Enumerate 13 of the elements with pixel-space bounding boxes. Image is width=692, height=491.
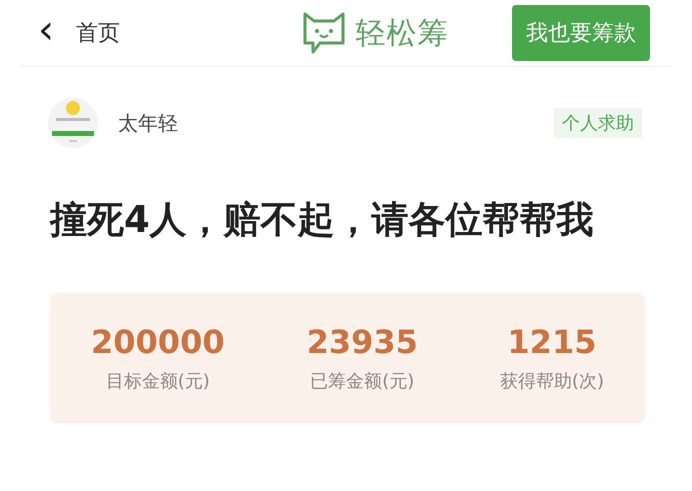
stat-value: 23935 bbox=[306, 323, 418, 361]
author-name: 太年轻 bbox=[118, 110, 179, 136]
stat-value: 1215 bbox=[507, 323, 596, 361]
cat-chat-icon bbox=[302, 11, 346, 55]
stat-label: 已筹金额(元) bbox=[310, 370, 414, 393]
back-link[interactable]: 首页 bbox=[76, 18, 120, 48]
category-tag: 个人求助 bbox=[554, 108, 642, 138]
stat-label: 获得帮助(次) bbox=[500, 370, 604, 393]
stat-value: 200000 bbox=[91, 323, 225, 361]
back-icon[interactable]: ‹ bbox=[38, 10, 54, 50]
stat-label: 目标金额(元) bbox=[106, 370, 210, 393]
logo-text: 轻松筹 bbox=[356, 14, 448, 52]
campaign-title: 撞死4人，赔不起，请各位帮帮我 bbox=[50, 197, 595, 243]
